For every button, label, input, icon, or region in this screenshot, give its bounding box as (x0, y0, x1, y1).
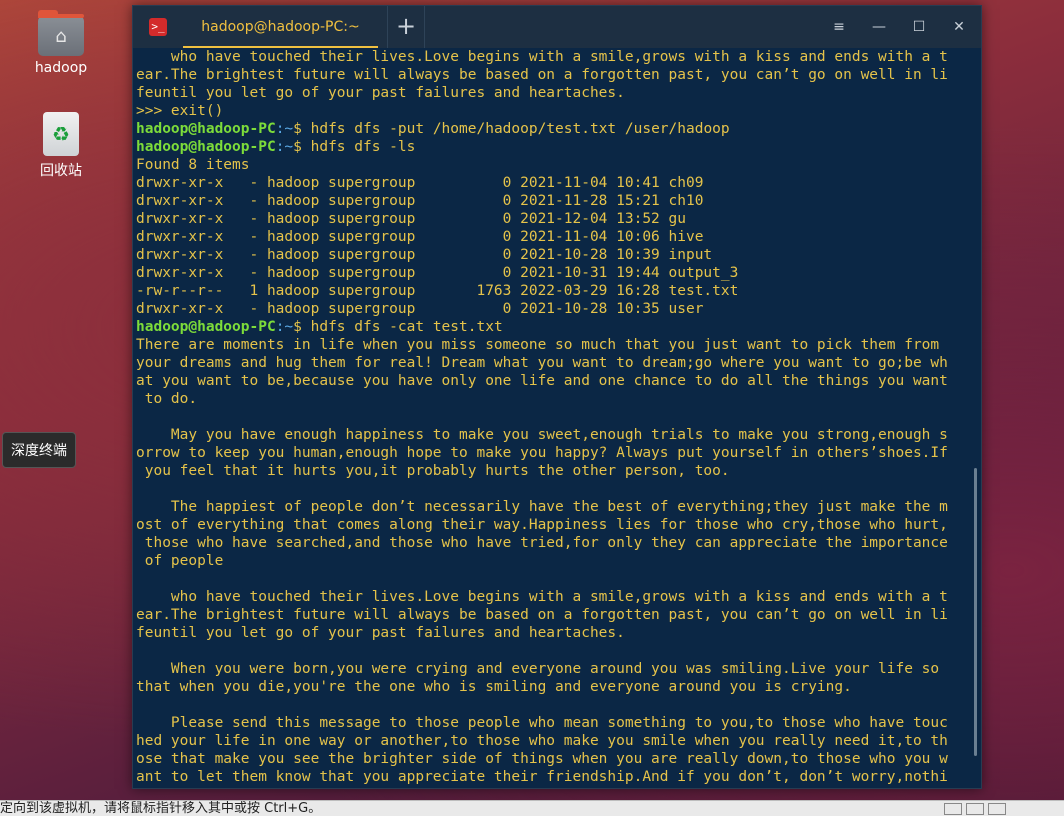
prompt-path: :~ (275, 139, 294, 155)
output-line: drwxr-xr-x - hadoop supergroup 0 2021-11… (136, 193, 704, 209)
terminal-app-icon: >_ (149, 18, 167, 36)
desktop-icon-trash[interactable]: ♻ 回收站 (21, 112, 101, 180)
desktop-icon-label: 回收站 (40, 163, 82, 179)
terminal-output[interactable]: who have touched their lives.Love begins… (136, 48, 972, 786)
close-button[interactable]: ✕ (939, 6, 979, 48)
command-line: hadoop@hadoop-PC:~$ hdfs dfs -put /home/… (136, 120, 972, 138)
output-line: -rw-r--r-- 1 hadoop supergroup 1763 2022… (136, 283, 739, 299)
output-line: orrow to keep you human,enough hope to m… (136, 445, 948, 461)
vm-status-icons (944, 801, 1064, 816)
output-line: feuntil you let go of your past failures… (136, 85, 625, 101)
output-line: Please send this message to those people… (136, 715, 948, 731)
minimize-button[interactable]: — (859, 6, 899, 48)
device-icon (966, 803, 984, 815)
desktop-icon-label: hadoop (34, 60, 88, 76)
tab-terminal[interactable]: hadoop@hadoop-PC:~ (183, 6, 378, 48)
output-line: you feel that it hurts you,it probably h… (136, 463, 730, 479)
output-line: drwxr-xr-x - hadoop supergroup 0 2021-12… (136, 211, 686, 227)
command-text: $ hdfs dfs -cat test.txt (293, 319, 503, 335)
output-line: drwxr-xr-x - hadoop supergroup 0 2021-11… (136, 175, 704, 191)
output-line: to do. (136, 391, 198, 407)
vm-status-text: 定向到该虚拟机，请将鼠标指针移入其中或按 Ctrl+G。 (0, 801, 322, 816)
output-line: May you have enough happiness to make yo… (136, 427, 948, 443)
command-line: hadoop@hadoop-PC:~$ hdfs dfs -cat test.t… (136, 318, 972, 336)
output-line: at you want to be,because you have only … (136, 373, 948, 389)
output-line: that when you die,you're the one who is … (136, 679, 852, 695)
device-icon (988, 803, 1006, 815)
command-text: $ hdfs dfs -ls (293, 139, 416, 155)
terminal-window: >_ hadoop@hadoop-PC:~ + ≡ — ☐ ✕ who have… (132, 5, 982, 789)
command-text: $ hdfs dfs -put /home/hadoop/test.txt /u… (293, 121, 730, 137)
prompt-user: hadoop@hadoop-PC (136, 319, 276, 335)
output-line: who have touched their lives.Love begins… (136, 589, 948, 605)
menu-button[interactable]: ≡ (819, 6, 859, 48)
output-line: Found 8 items (136, 157, 250, 173)
prompt-user: hadoop@hadoop-PC (136, 139, 276, 155)
output-line: hed your life in one way or another,to t… (136, 733, 948, 749)
device-icon (944, 803, 962, 815)
output-line: drwxr-xr-x - hadoop supergroup 0 2021-11… (136, 229, 704, 245)
output-line: ant to let them know that you appreciate… (136, 769, 948, 785)
output-line: feuntil you let go of your past failures… (136, 625, 625, 641)
output-line: drwxr-xr-x - hadoop supergroup 0 2021-10… (136, 265, 739, 281)
output-line: who have touched their lives.Love begins… (136, 49, 948, 65)
output-line: >>> exit() (136, 103, 224, 119)
output-line: There are moments in life when you miss … (136, 337, 940, 353)
output-line: ear.The brightest future will always be … (136, 607, 948, 623)
output-line: drwxr-xr-x - hadoop supergroup 0 2021-10… (136, 301, 704, 317)
prompt-path: :~ (275, 319, 294, 335)
command-line: hadoop@hadoop-PC:~$ hdfs dfs -ls (136, 138, 972, 156)
home-folder-icon: ⌂ (38, 10, 84, 56)
add-tab-button[interactable]: + (387, 6, 425, 48)
output-line: of people (136, 553, 224, 569)
output-line: ear.The brightest future will always be … (136, 67, 948, 83)
output-line: ost of everything that comes along their… (136, 517, 948, 533)
desktop-icon-hadoop[interactable]: ⌂ hadoop (21, 10, 101, 76)
prompt-user: hadoop@hadoop-PC (136, 121, 276, 137)
output-line: your dreams and hug them for real! Dream… (136, 355, 948, 371)
terminal-titlebar: >_ hadoop@hadoop-PC:~ + ≡ — ☐ ✕ (133, 6, 981, 48)
trash-icon: ♻ (43, 112, 79, 156)
output-line: those who have searched,and those who ha… (136, 535, 948, 551)
maximize-button[interactable]: ☐ (899, 6, 939, 48)
output-line: When you were born,you were crying and e… (136, 661, 940, 677)
prompt-path: :~ (275, 121, 294, 137)
output-line: drwxr-xr-x - hadoop supergroup 0 2021-10… (136, 247, 713, 263)
terminal-scrollbar[interactable] (974, 468, 977, 756)
output-line: ose that make you see the brighter side … (136, 751, 948, 767)
vm-status-bar: 定向到该虚拟机，请将鼠标指针移入其中或按 Ctrl+G。 (0, 800, 1064, 816)
output-line: The happiest of people don’t necessarily… (136, 499, 948, 515)
terminal-tooltip: 深度终端 (2, 432, 76, 468)
